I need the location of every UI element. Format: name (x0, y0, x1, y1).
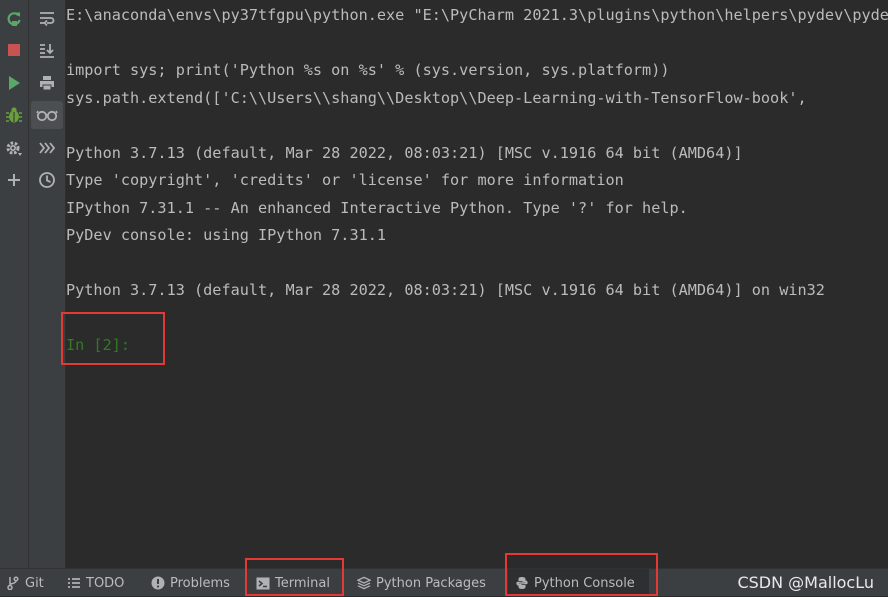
rerun-icon[interactable] (0, 6, 28, 32)
git-branch-icon (6, 576, 20, 590)
tab-label: TODO (86, 575, 125, 591)
console-toolbar-left (0, 0, 29, 568)
terminal-icon (256, 576, 270, 590)
tab-label: Problems (170, 575, 230, 591)
scroll-to-end-icon[interactable] (31, 37, 63, 65)
tab-todo[interactable]: TODO (67, 569, 124, 597)
console-line: Type 'copyright', 'credits' or 'license'… (66, 171, 624, 189)
console-line: sys.path.extend(['C:\\Users\\shang\\Desk… (66, 88, 807, 107)
tab-label: Git (25, 575, 44, 591)
settings-icon[interactable] (0, 135, 28, 161)
show-variables-icon[interactable] (31, 101, 63, 129)
console-line: E:\anaconda\envs\py37tfgpu\python.exe "E… (66, 6, 888, 24)
problems-icon (151, 576, 165, 590)
history-icon[interactable] (31, 166, 63, 194)
console-line: IPython 7.31.1 -- An enhanced Interactiv… (66, 198, 688, 217)
soft-wrap-icon[interactable] (31, 5, 63, 33)
tab-label: Python Packages (376, 575, 486, 591)
tab-python-packages[interactable]: Python Packages (357, 569, 486, 597)
tab-python-console[interactable]: Python Console (508, 569, 649, 597)
console-line: import sys; print('Python %s on %s' % (s… (66, 61, 670, 79)
console-output[interactable]: E:\anaconda\envs\py37tfgpu\python.exe "E… (66, 0, 888, 570)
tab-problems[interactable]: Problems (151, 569, 230, 597)
console-line: Python 3.7.13 (default, Mar 28 2022, 08:… (66, 281, 825, 299)
stop-icon[interactable] (0, 37, 28, 63)
python-icon (515, 576, 529, 590)
console-history-icon[interactable] (31, 134, 63, 162)
tab-label: Python Console (534, 575, 635, 591)
tool-window-bar: Git TODO Problems Terminal Python Packag… (0, 568, 888, 597)
tab-label: Terminal (275, 575, 330, 591)
debug-icon[interactable] (0, 102, 28, 128)
tab-terminal[interactable]: Terminal (256, 569, 330, 597)
run-icon[interactable] (0, 70, 28, 96)
print-icon[interactable] (31, 69, 63, 97)
console-line: PyDev console: using IPython 7.31.1 (66, 226, 387, 244)
watermark: CSDN @MallocLu (737, 573, 874, 592)
input-prompt[interactable]: In [2]: (66, 332, 888, 360)
packages-icon (357, 576, 371, 590)
tab-git[interactable]: Git (6, 569, 44, 597)
console-toolbar-right (29, 0, 66, 568)
todo-list-icon (67, 576, 81, 590)
add-icon[interactable] (0, 167, 28, 193)
console-line: Python 3.7.13 (default, Mar 28 2022, 08:… (66, 143, 743, 162)
